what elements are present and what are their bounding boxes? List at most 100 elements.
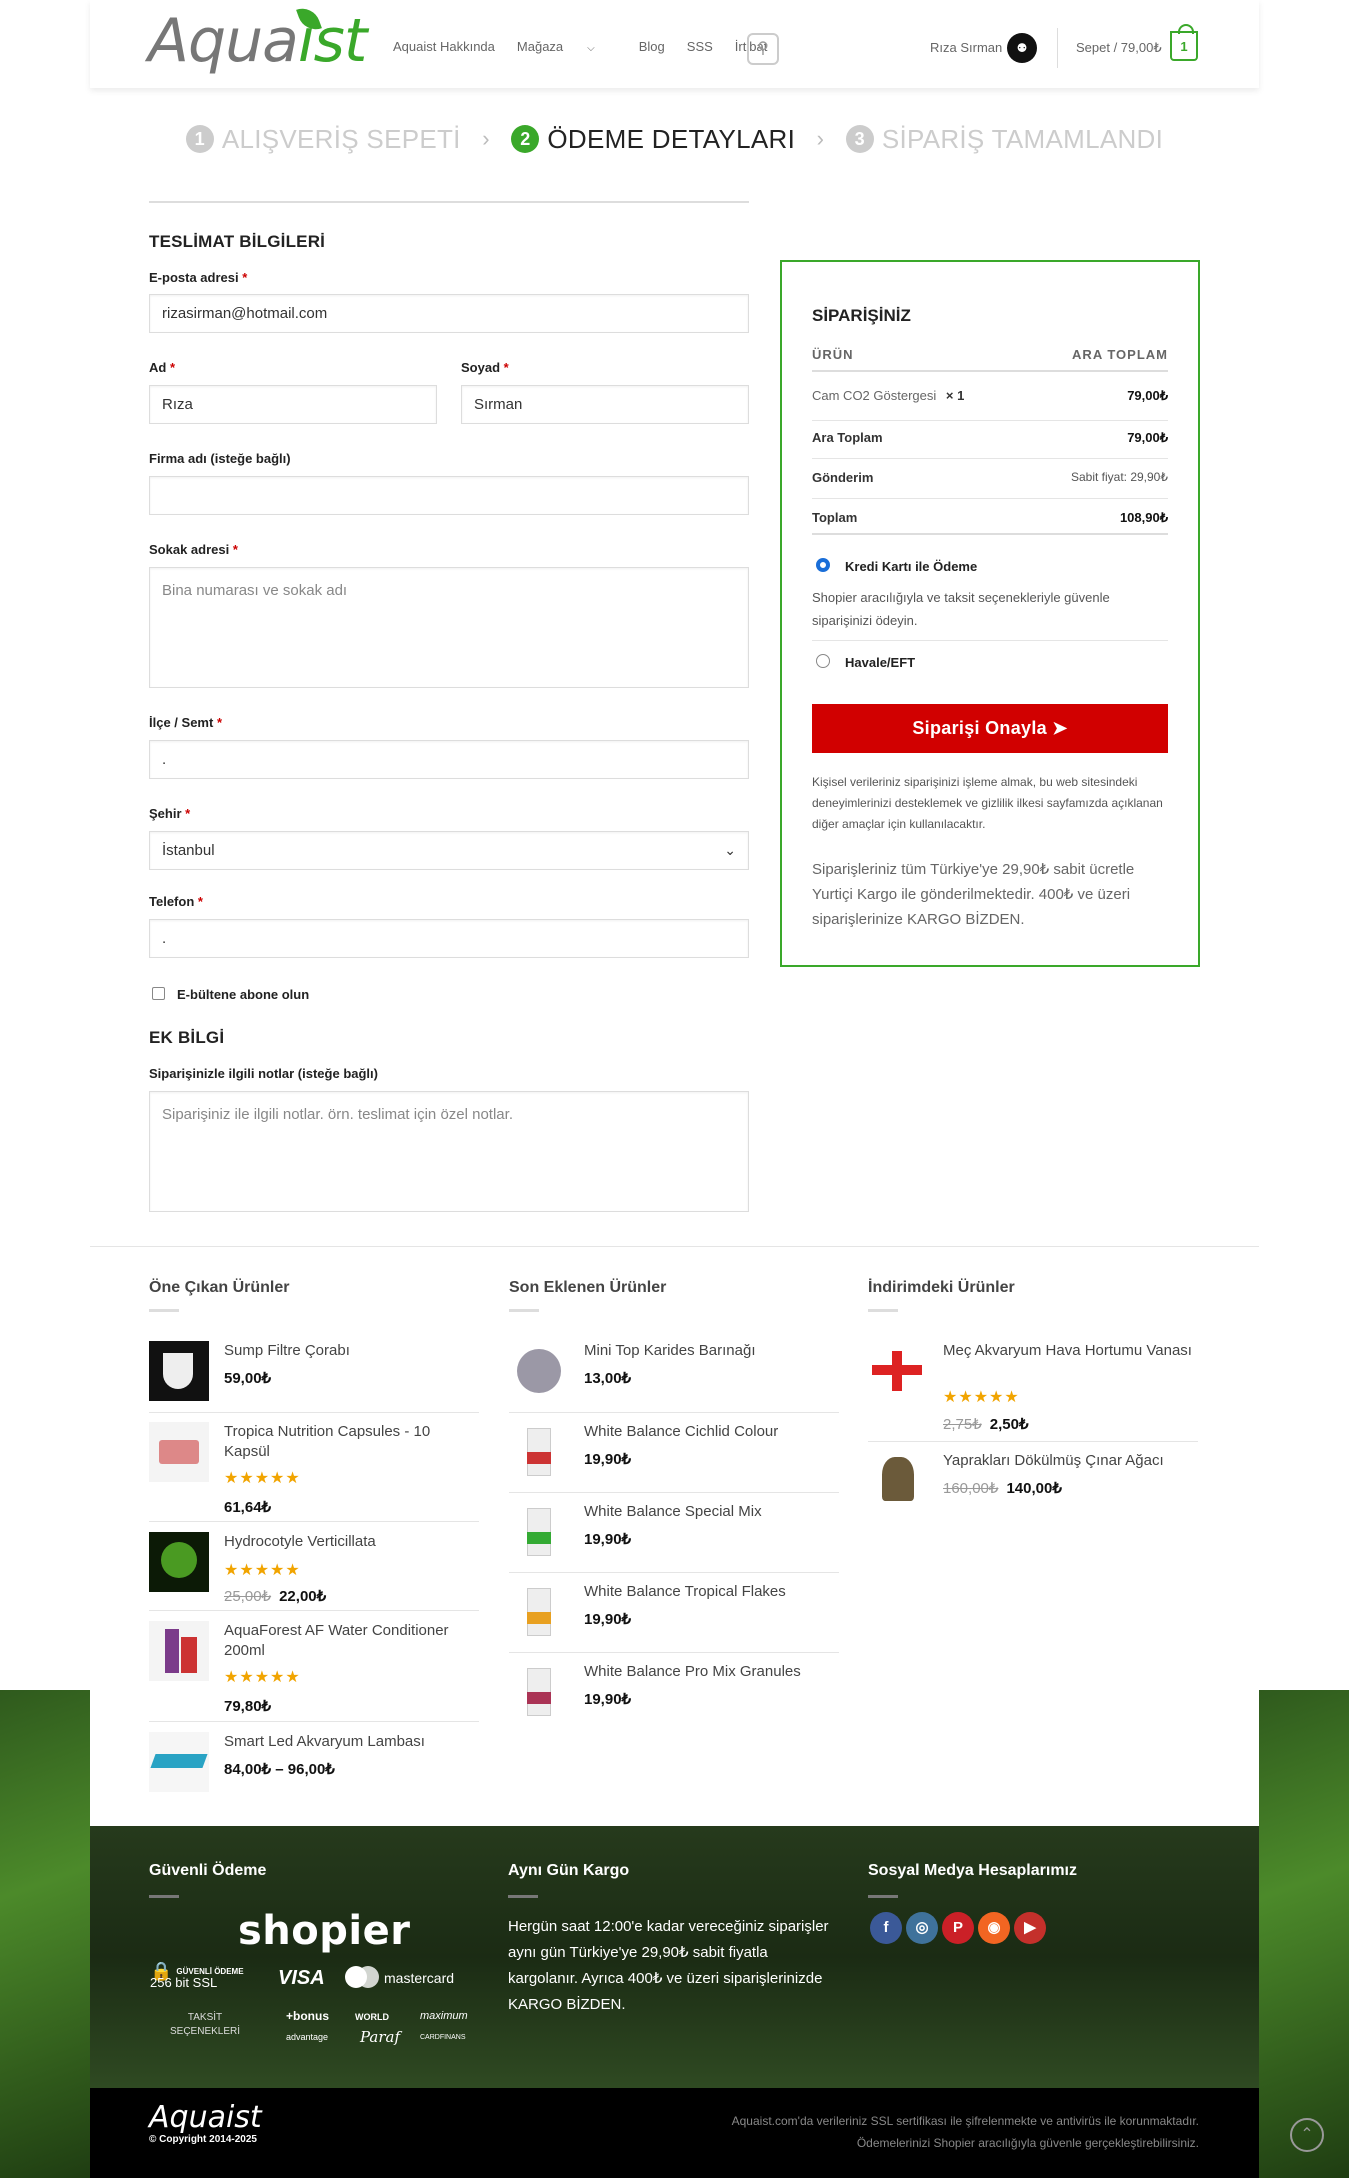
- search-button[interactable]: ⚲: [747, 33, 779, 65]
- item-divider: [149, 1521, 479, 1522]
- pay-card-label[interactable]: Kredi Kartı ile Ödeme: [845, 559, 1201, 574]
- item-divider: [509, 1492, 839, 1493]
- product-price: 59,00₺: [224, 1370, 272, 1387]
- product-thumbnail[interactable]: [149, 1732, 209, 1792]
- step-cart[interactable]: 1 ALIŞVERİŞ SEPETİ: [185, 124, 461, 155]
- street-field[interactable]: Bina numarası ve sokak adı: [149, 567, 749, 688]
- product-thumbnail[interactable]: [509, 1502, 569, 1562]
- sale-price: 22,00₺: [279, 1588, 327, 1605]
- email-field[interactable]: rizasirman@hotmail.com: [149, 294, 749, 333]
- step-complete: 3 SİPARİŞ TAMAMLANDI: [845, 124, 1163, 155]
- product-thumbnail[interactable]: [509, 1662, 569, 1722]
- product-name[interactable]: White Balance Special Mix: [584, 1502, 839, 1522]
- product-name[interactable]: Hydrocotyle Verticillata: [224, 1532, 479, 1552]
- product-thumbnail[interactable]: [509, 1582, 569, 1642]
- order-notes-field[interactable]: Siparişiniz ile ilgili notlar. örn. tesl…: [149, 1091, 749, 1212]
- last-name-label: Soyad *: [461, 360, 509, 375]
- security-line1: Aquaist.com'da verileriniz SSL sertifika…: [731, 2114, 1199, 2128]
- nav-about[interactable]: Aquaist Hakkında: [393, 39, 495, 54]
- footer-widgets: Güvenli Ödeme Aynı Gün Kargo Sosyal Medy…: [90, 1826, 1259, 2088]
- same-day-cargo-title: Aynı Gün Kargo: [508, 1862, 630, 1879]
- product-name[interactable]: White Balance Tropical Flakes: [584, 1582, 839, 1602]
- product-thumbnail[interactable]: [149, 1532, 209, 1592]
- product-name[interactable]: AquaForest AF Water Conditioner 200ml: [224, 1621, 479, 1661]
- instagram-icon[interactable]: ◎: [906, 1912, 938, 1944]
- first-name-field[interactable]: Rıza: [149, 385, 437, 424]
- nav-blog[interactable]: Blog: [639, 39, 665, 54]
- cart-link[interactable]: Sepet / 79,00₺: [1076, 40, 1162, 56]
- product-thumbnail[interactable]: [149, 1422, 209, 1482]
- social-media-title: Sosyal Medya Hesaplarımız: [868, 1862, 1077, 1879]
- paraf-logo: Paraf: [360, 2028, 401, 2046]
- advantage-logo: advantage: [286, 2032, 329, 2042]
- sale-price: 140,00₺: [1006, 1480, 1062, 1497]
- facebook-icon[interactable]: f: [870, 1912, 902, 1944]
- chevron-up-icon: ⌃: [1300, 2126, 1314, 2143]
- section-divider: [90, 1246, 1259, 1247]
- order-divider: [812, 640, 1168, 641]
- back-to-top-button[interactable]: ⌃: [1290, 2118, 1324, 2152]
- rss-icon[interactable]: ◉: [978, 1912, 1010, 1944]
- security-line2: Ödemelerinizi Shopier aracılığıyla güven…: [856, 2136, 1199, 2150]
- footer-logo[interactable]: Aquaist: [149, 2100, 262, 2135]
- place-order-button[interactable]: Siparişi Onayla ➤: [812, 704, 1168, 753]
- product-thumbnail[interactable]: [149, 1621, 209, 1681]
- product-price: 61,64₺: [224, 1499, 272, 1516]
- star-rating: ★★★★★: [224, 1562, 301, 1579]
- item-qty: × 1: [945, 388, 965, 403]
- checkout-steps: 1 ALIŞVERİŞ SEPETİ › 2 ÖDEME DETAYLARI › 3…: [90, 122, 1259, 155]
- product-thumbnail[interactable]: [868, 1341, 928, 1401]
- pay-eft-radio[interactable]: [816, 654, 830, 668]
- star-rating: ★★★★★: [224, 1669, 301, 1686]
- star-rating: ★★★★★: [943, 1389, 1020, 1406]
- visa-logo: VISA: [278, 1967, 325, 1989]
- order-divider: [812, 498, 1168, 499]
- product-name[interactable]: Sump Filtre Çorabı: [224, 1341, 479, 1361]
- product-thumbnail[interactable]: [149, 1341, 209, 1401]
- pinterest-icon[interactable]: P: [942, 1912, 974, 1944]
- title-underline: [149, 1309, 179, 1312]
- nav-shop-label: Mağaza: [516, 39, 564, 54]
- pay-eft-label[interactable]: Havale/EFT: [845, 655, 1201, 670]
- account-name[interactable]: Rıza Sırman: [930, 40, 1002, 55]
- featured-title: Öne Çıkan Ürünler: [149, 1279, 290, 1296]
- product-name[interactable]: Mini Top Karides Barınağı: [584, 1341, 839, 1361]
- pay-card-radio[interactable]: [816, 558, 830, 572]
- total-label: Toplam: [812, 510, 858, 525]
- avatar[interactable]: ⚉: [1007, 33, 1037, 63]
- product-name[interactable]: White Balance Cichlid Colour: [584, 1422, 839, 1442]
- shipping-note: Siparişleriniz tüm Türkiye'ye 29,90₺ sab…: [812, 861, 1135, 928]
- product-name[interactable]: Smart Led Akvaryum Lambası: [224, 1732, 479, 1752]
- shipping-label: Gönderim: [812, 470, 874, 485]
- product-thumbnail[interactable]: [509, 1422, 569, 1482]
- product-name[interactable]: Tropica Nutrition Capsules - 10 Kapsül: [224, 1422, 479, 1462]
- mastercard-icon: [345, 1966, 379, 1988]
- footer-bottom: Aquaist © Copyright 2014-2025 Aquaist.co…: [90, 2088, 1259, 2178]
- product-price: 19,90₺: [584, 1611, 632, 1628]
- newsletter-label[interactable]: E-bültene abone olun: [177, 987, 309, 1002]
- item-divider: [149, 1412, 479, 1413]
- order-summary: SİPARİŞİNİZ ÜRÜN ARA TOPLAM Cam CO2 Göste…: [780, 260, 1200, 967]
- phone-field[interactable]: .: [149, 919, 749, 958]
- product-thumbnail[interactable]: [509, 1341, 569, 1401]
- step-checkout[interactable]: 2 ÖDEME DETAYLARI: [511, 124, 795, 155]
- cart-count-badge[interactable]: 1: [1170, 24, 1198, 61]
- product-thumbnail[interactable]: [868, 1451, 928, 1511]
- district-field[interactable]: .: [149, 740, 749, 779]
- product-name[interactable]: Yaprakları Dökülmüş Çınar Ağacı: [943, 1451, 1198, 1471]
- last-name-field[interactable]: Sırman: [461, 385, 749, 424]
- title-underline: [509, 1309, 539, 1312]
- nav-faq[interactable]: SSS: [687, 39, 713, 54]
- product-name[interactable]: White Balance Pro Mix Granules: [584, 1662, 839, 1682]
- mastercard-label: mastercard: [384, 1970, 455, 1986]
- site-logo[interactable]: Aquaist: [148, 6, 367, 76]
- company-field[interactable]: [149, 476, 749, 515]
- item-divider: [868, 1441, 1198, 1442]
- youtube-icon[interactable]: ▶: [1014, 1912, 1046, 1944]
- title-underline: [149, 1895, 179, 1898]
- nav-shop[interactable]: Mağaza ⌵: [517, 39, 617, 54]
- newsletter-checkbox[interactable]: [152, 987, 165, 1000]
- ssl-badge: 🔒 GÜVENLİ ÖDEME 256 bit SSL: [150, 1962, 244, 1990]
- city-select[interactable]: İstanbul ⌄: [149, 831, 749, 870]
- product-name[interactable]: Meç Akvaryum Hava Hortumu Vanası: [943, 1341, 1198, 1361]
